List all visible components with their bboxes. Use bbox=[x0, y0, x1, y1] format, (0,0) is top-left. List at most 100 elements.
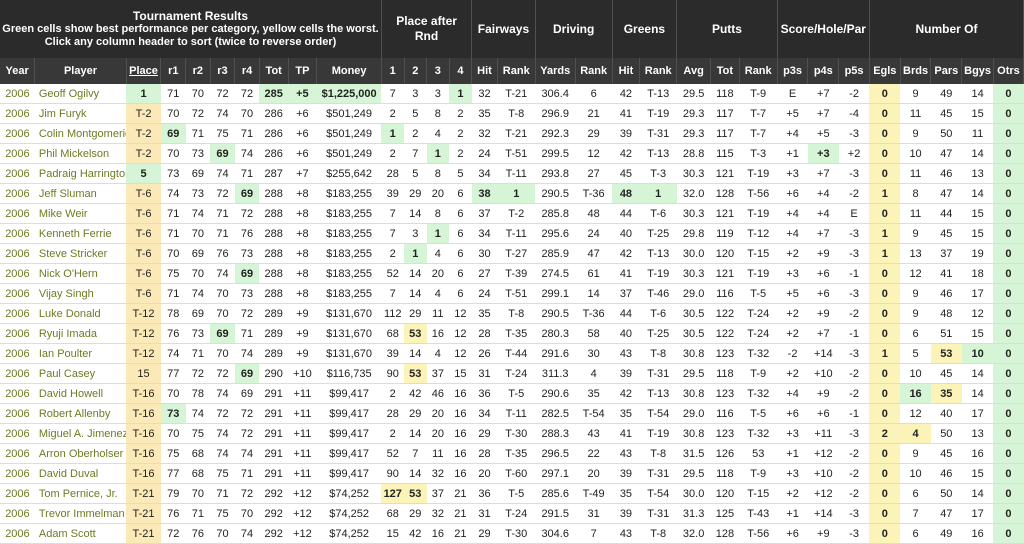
column-header-r4[interactable]: r4 bbox=[234, 58, 260, 84]
cell-rnd2: 14 bbox=[404, 423, 427, 444]
cell-r3: 69 bbox=[210, 323, 235, 344]
cell-year: 2006 bbox=[0, 103, 35, 124]
column-header-rnd1[interactable]: 1 bbox=[381, 58, 405, 84]
cell-rnd2: 5 bbox=[404, 103, 427, 124]
column-header-bgys[interactable]: Bgys bbox=[961, 58, 994, 84]
cell-p5s: -2 bbox=[838, 443, 870, 464]
cell-r2: 71 bbox=[185, 123, 211, 144]
cell-year: 2006 bbox=[0, 243, 35, 264]
column-header-money[interactable]: Money bbox=[316, 58, 382, 84]
cell-rnd3: 32 bbox=[426, 463, 450, 484]
column-header-tp[interactable]: TP bbox=[288, 58, 318, 84]
cell-driving-rank: 58 bbox=[575, 323, 613, 344]
table-row: 2006 Jim Furyk T-2 70 72 74 70 286 +6 $501,249 2 5 8… bbox=[0, 103, 1024, 124]
column-header-r3[interactable]: r3 bbox=[210, 58, 236, 84]
cell-driving-yards: 299.5 bbox=[535, 143, 576, 164]
column-header-tot[interactable]: Tot bbox=[259, 58, 289, 84]
cell-r1: 77 bbox=[160, 463, 186, 484]
cell-r4: 70 bbox=[234, 503, 260, 524]
cell-rnd3: 4 bbox=[426, 343, 450, 364]
column-header-fairways-rank[interactable]: Rank bbox=[497, 58, 536, 84]
column-header-r1[interactable]: r1 bbox=[160, 58, 187, 84]
cell-p4s: +12 bbox=[807, 483, 839, 504]
cell-putts-avg: 32.0 bbox=[676, 183, 711, 204]
cell-egls: 0 bbox=[869, 323, 901, 344]
cell-money: $183,255 bbox=[316, 263, 382, 284]
cell-fairways-rank: T-44 bbox=[497, 343, 536, 364]
cell-p5s: -1 bbox=[838, 403, 870, 424]
column-header-place[interactable]: Place bbox=[126, 58, 162, 84]
group-place-after-rnd: Place after Rnd bbox=[381, 0, 473, 58]
column-header-rnd4[interactable]: 4 bbox=[449, 58, 473, 84]
cell-year: 2006 bbox=[0, 263, 35, 284]
cell-rnd3: 8 bbox=[426, 103, 450, 124]
cell-fairways-hit: 24 bbox=[471, 143, 498, 164]
cell-p4s: +14 bbox=[807, 343, 839, 364]
column-header-greens-rank[interactable]: Rank bbox=[639, 58, 678, 84]
cell-greens-rank: T-46 bbox=[639, 283, 677, 304]
cell-otrs: 0 bbox=[993, 203, 1024, 224]
cell-year: 2006 bbox=[0, 463, 35, 484]
cell-player: Jim Furyk bbox=[34, 103, 127, 124]
column-header-putts-rank[interactable]: Rank bbox=[739, 58, 778, 84]
cell-rnd2: 1 bbox=[404, 243, 427, 264]
cell-r4: 73 bbox=[234, 243, 260, 264]
column-header-r2[interactable]: r2 bbox=[185, 58, 211, 84]
cell-r4: 69 bbox=[234, 383, 260, 404]
cell-tot: 287 bbox=[259, 163, 289, 184]
cell-pars: 47 bbox=[930, 143, 962, 164]
column-header-driving-yards[interactable]: Yards bbox=[535, 58, 576, 84]
cell-p3s: +2 bbox=[777, 483, 808, 504]
column-header-brds[interactable]: Brds bbox=[900, 58, 932, 84]
cell-rnd1: 2 bbox=[381, 423, 405, 444]
column-header-rnd3[interactable]: 3 bbox=[426, 58, 450, 84]
cell-otrs: 0 bbox=[993, 283, 1024, 304]
column-header-player[interactable]: Player bbox=[34, 58, 127, 84]
cell-tot: 291 bbox=[259, 443, 289, 464]
cell-r4: 72 bbox=[234, 303, 260, 324]
cell-p4s: +7 bbox=[807, 84, 839, 104]
cell-rnd2: 29 bbox=[404, 503, 427, 524]
cell-putts-tot: 128 bbox=[710, 183, 740, 204]
cell-egls: 0 bbox=[869, 123, 901, 144]
column-header-fairways-hit[interactable]: Hit bbox=[471, 58, 498, 84]
column-header-rnd2[interactable]: 2 bbox=[404, 58, 428, 84]
cell-tot: 286 bbox=[259, 103, 289, 124]
column-header-putts-tot[interactable]: Tot bbox=[710, 58, 740, 84]
cell-rnd4: 6 bbox=[449, 183, 472, 204]
cell-bgys: 17 bbox=[961, 283, 994, 304]
column-header-year[interactable]: Year bbox=[0, 58, 36, 84]
cell-tp: +8 bbox=[288, 223, 317, 244]
cell-egls: 2 bbox=[869, 423, 901, 444]
cell-r3: 70 bbox=[210, 343, 235, 364]
column-header-greens-hit[interactable]: Hit bbox=[612, 58, 641, 84]
column-header-putts-avg[interactable]: Avg bbox=[676, 58, 712, 84]
cell-driving-yards: 285.9 bbox=[535, 243, 576, 264]
column-header-p3s[interactable]: p3s bbox=[777, 58, 809, 84]
column-header-driving-rank[interactable]: Rank bbox=[575, 58, 613, 84]
cell-rnd1: 2 bbox=[381, 143, 405, 164]
cell-rnd3: 32 bbox=[426, 503, 450, 524]
group-fairways: Fairways bbox=[471, 0, 536, 58]
column-header-p5s[interactable]: p5s bbox=[838, 58, 870, 84]
cell-rnd2: 14 bbox=[404, 203, 427, 224]
cell-otrs: 0 bbox=[993, 103, 1024, 124]
cell-egls: 0 bbox=[869, 363, 901, 384]
tournament-results-table: Tournament Results Green cells show best… bbox=[0, 0, 1024, 544]
cell-bgys: 13 bbox=[961, 163, 994, 184]
cell-fairways-hit: 28 bbox=[471, 443, 498, 464]
cell-rnd4: 12 bbox=[449, 343, 472, 364]
table-subtitle-1: Green cells show best performance per ca… bbox=[2, 22, 379, 35]
cell-driving-rank: 6 bbox=[575, 84, 613, 104]
cell-place: T-16 bbox=[126, 423, 161, 444]
cell-bgys: 18 bbox=[961, 263, 994, 284]
cell-driving-rank: 14 bbox=[575, 283, 613, 304]
cell-greens-hit: 42 bbox=[612, 143, 640, 164]
column-header-pars[interactable]: Pars bbox=[930, 58, 963, 84]
cell-putts-tot: 118 bbox=[710, 463, 740, 484]
cell-brds: 9 bbox=[900, 303, 931, 324]
column-header-otrs[interactable]: Otrs bbox=[993, 58, 1024, 84]
column-header-p4s[interactable]: p4s bbox=[807, 58, 840, 84]
column-header-egls[interactable]: Egls bbox=[869, 58, 901, 84]
cell-money: $1,225,000 bbox=[316, 84, 382, 104]
